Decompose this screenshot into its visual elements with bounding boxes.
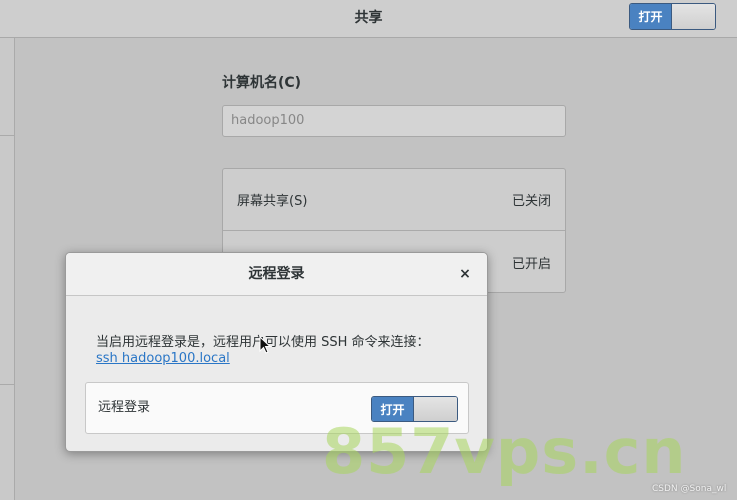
watermark-text: 857vps.cn [322, 415, 687, 488]
page-title: 共享 [354, 10, 383, 26]
mouse-cursor-icon [259, 336, 271, 354]
dialog-title: 远程登录 [248, 266, 305, 282]
sidebar-divider [0, 384, 15, 385]
sharing-toggle[interactable]: 打开 [629, 3, 716, 30]
dialog-header: 远程登录 × [66, 253, 487, 296]
computer-name-field[interactable]: hadoop100 [222, 105, 566, 137]
service-row-screen-sharing[interactable]: 屏幕共享(S) 已关闭 [223, 169, 565, 231]
service-status: 已开启 [511, 256, 551, 272]
sidebar-divider [0, 135, 15, 136]
service-label: 屏幕共享(S) [237, 194, 308, 209]
sharing-toggle-knob[interactable] [672, 4, 715, 29]
sidebar-edge [0, 38, 15, 500]
credit-text: CSDN @Sona_wl [652, 484, 727, 494]
header-bar: 共享 打开 [0, 0, 737, 38]
close-icon[interactable]: × [455, 264, 475, 284]
computer-name-label: 计算机名(C) [222, 75, 302, 91]
service-status: 已关闭 [511, 194, 551, 209]
sharing-toggle-label: 打开 [630, 4, 672, 29]
ssh-command-link[interactable]: ssh hadoop100.local [96, 351, 230, 366]
remote-login-label: 远程登录 [98, 400, 151, 415]
